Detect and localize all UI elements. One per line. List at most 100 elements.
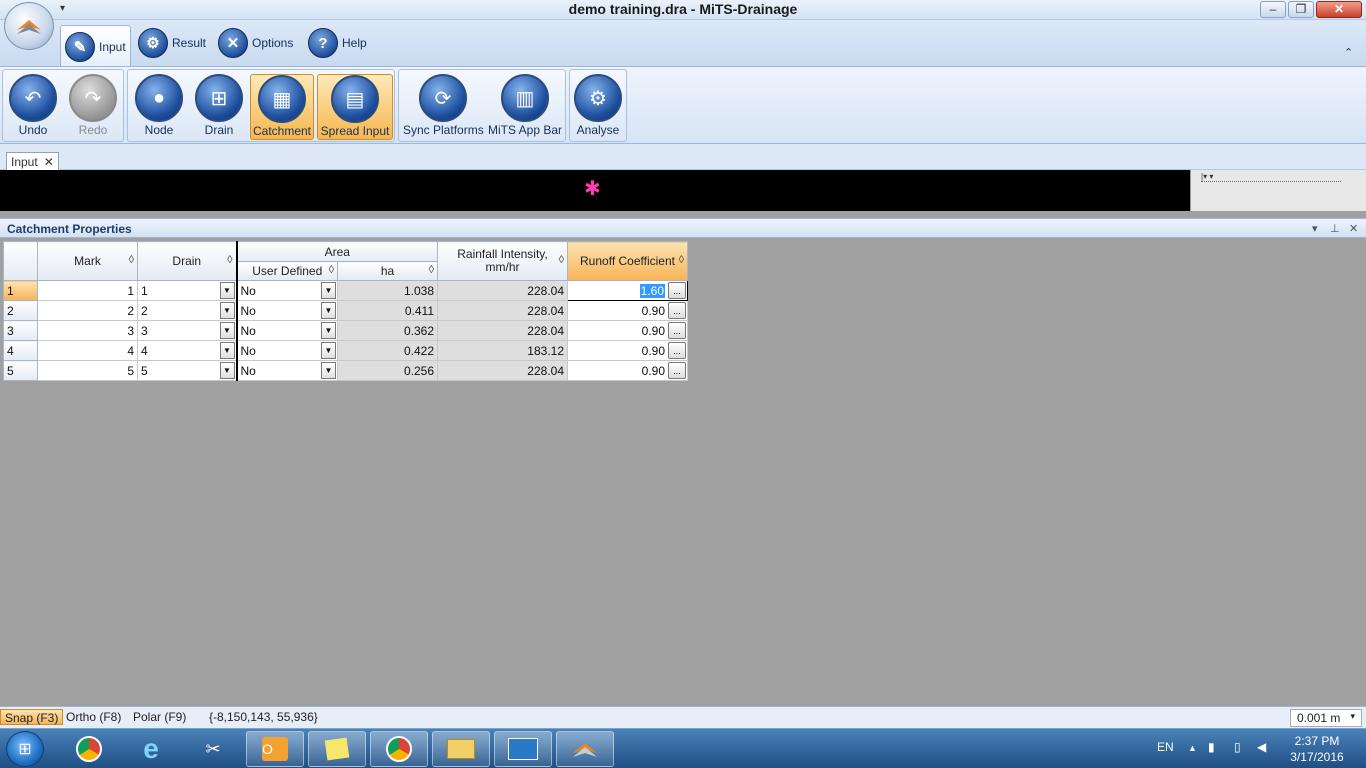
- mark-cell[interactable]: 3: [37, 320, 138, 341]
- ellipsis-button[interactable]: ...: [668, 342, 686, 359]
- tab-help[interactable]: ? Help: [304, 25, 371, 61]
- row-number[interactable]: 3: [3, 320, 38, 341]
- undo-button[interactable]: ↶ Undo: [5, 74, 61, 140]
- chevron-down-icon[interactable]: ▼: [219, 302, 235, 319]
- chevron-down-icon[interactable]: ▼: [321, 282, 336, 299]
- node-button[interactable]: ● Node: [131, 74, 187, 140]
- taskbar-mits[interactable]: [494, 731, 552, 767]
- system-clock[interactable]: 2:37 PM 3/17/2016: [1282, 733, 1352, 765]
- grid-corner[interactable]: [3, 241, 38, 281]
- ortho-toggle[interactable]: Ortho (F8): [66, 710, 121, 726]
- mark-cell[interactable]: 2: [37, 300, 138, 321]
- runoff-cell[interactable]: 0.90...: [567, 320, 688, 341]
- device-icon[interactable]: ▯: [1234, 740, 1241, 754]
- column-header-rainfall[interactable]: Rainfall Intensity, mm/hr ◊: [437, 241, 568, 281]
- ellipsis-button[interactable]: ...: [668, 302, 686, 319]
- user-defined-cell[interactable]: No ▼: [236, 300, 338, 321]
- polar-toggle[interactable]: Polar (F9): [133, 710, 186, 726]
- volume-icon[interactable]: ◀: [1257, 740, 1266, 754]
- drain-cell[interactable]: 4 ▼: [137, 340, 238, 361]
- analyse-button[interactable]: ⚙ Analyse: [570, 74, 626, 140]
- panel-menu-icon[interactable]: ▾: [1312, 222, 1318, 235]
- tray-expand-icon[interactable]: ▲: [1188, 743, 1197, 753]
- snap-toggle[interactable]: Snap (F3): [0, 709, 64, 725]
- units-dropdown[interactable]: 0.001 m ▾: [1290, 709, 1362, 727]
- ellipsis-button[interactable]: ...: [668, 282, 686, 299]
- taskbar-chrome-window[interactable]: [370, 731, 428, 767]
- mark-cell[interactable]: 4: [37, 340, 138, 361]
- chevron-down-icon[interactable]: ▼: [321, 302, 336, 319]
- row-number[interactable]: 5: [3, 360, 38, 381]
- redo-button[interactable]: ↷ Redo: [65, 74, 121, 140]
- drain-cell[interactable]: 2 ▼: [137, 300, 238, 321]
- row-number[interactable]: 2: [3, 300, 38, 321]
- ellipsis-button[interactable]: ...: [668, 322, 686, 339]
- side-dropdown[interactable]: |▾ ▾: [1201, 172, 1341, 182]
- table-row[interactable]: 3 3 3 ▼ No ▼ 0.362 228.04 0.90...: [3, 320, 688, 341]
- taskbar-snipping-tool[interactable]: ✂: [184, 731, 242, 767]
- ellipsis-button[interactable]: ...: [668, 362, 686, 379]
- runoff-cell[interactable]: 0.90...: [567, 300, 688, 321]
- chevron-down-icon[interactable]: ▼: [321, 342, 336, 359]
- runoff-cell[interactable]: 0.90...: [567, 360, 688, 381]
- language-indicator[interactable]: EN: [1157, 740, 1174, 754]
- chevron-down-icon[interactable]: ▼: [321, 362, 336, 379]
- user-defined-cell[interactable]: No ▼: [236, 340, 338, 361]
- drain-cell[interactable]: 1 ▼: [137, 280, 238, 301]
- close-tab-icon[interactable]: ✕: [44, 155, 54, 169]
- start-button[interactable]: ⊞: [6, 731, 44, 767]
- cursor-icon: ✱: [584, 178, 601, 200]
- application-menu-button[interactable]: [4, 2, 54, 50]
- user-defined-cell[interactable]: No ▼: [236, 360, 338, 381]
- table-row[interactable]: 5 5 5 ▼ No ▼ 0.256 228.04 0.90...: [3, 360, 688, 381]
- taskbar-internet-explorer[interactable]: e: [122, 731, 180, 767]
- user-defined-cell[interactable]: No ▼: [236, 320, 338, 341]
- chevron-down-icon[interactable]: ▼: [219, 282, 235, 299]
- taskbar-sticky-notes[interactable]: [308, 731, 366, 767]
- tab-input[interactable]: ✎ Input: [60, 25, 131, 67]
- panel-close-icon[interactable]: ✕: [1349, 222, 1358, 235]
- taskbar-file-explorer[interactable]: [432, 731, 490, 767]
- document-tab-input[interactable]: Input ✕: [6, 152, 59, 170]
- row-number[interactable]: 1: [3, 280, 38, 301]
- sync-platforms-button[interactable]: ⟳ Sync Platforms: [403, 74, 484, 140]
- minimize-button[interactable]: –: [1260, 1, 1286, 18]
- mark-cell[interactable]: 5: [37, 360, 138, 381]
- pin-icon[interactable]: ⊥: [1330, 222, 1340, 235]
- maximize-button[interactable]: ❐: [1288, 1, 1314, 18]
- table-row[interactable]: 4 4 4 ▼ No ▼ 0.422 183.12 0.90...: [3, 340, 688, 361]
- close-button[interactable]: ✕: [1316, 1, 1362, 18]
- tab-result[interactable]: ⚙ Result: [134, 25, 210, 61]
- spread-input-button[interactable]: ▤ Spread Input: [317, 74, 393, 140]
- chevron-down-icon[interactable]: ▼: [219, 322, 235, 339]
- drain-button[interactable]: ⊞ Drain: [191, 74, 247, 140]
- input-icon: ✎: [65, 31, 95, 62]
- drain-cell[interactable]: 3 ▼: [137, 320, 238, 341]
- column-header-runoff[interactable]: Runoff Coefficient ◊: [567, 241, 688, 281]
- taskbar-chrome[interactable]: [60, 731, 118, 767]
- row-number[interactable]: 4: [3, 340, 38, 361]
- drawing-canvas[interactable]: ✱: [0, 170, 1190, 211]
- area-ha-cell: 0.422: [337, 340, 438, 361]
- runoff-cell[interactable]: 1.60...: [567, 280, 688, 301]
- catchment-button[interactable]: ▦ Catchment: [250, 74, 314, 140]
- mits-app-bar-button[interactable]: ▥ MiTS App Bar: [487, 74, 563, 140]
- column-header-ha[interactable]: ha ◊: [337, 261, 438, 281]
- chevron-down-icon[interactable]: ▼: [219, 362, 235, 379]
- taskbar-mits-drainage[interactable]: [556, 731, 614, 767]
- collapse-ribbon-icon[interactable]: ⌃: [1344, 46, 1353, 59]
- drain-cell[interactable]: 5 ▼: [137, 360, 238, 381]
- column-header-user-defined[interactable]: User Defined ◊: [236, 261, 338, 281]
- chevron-down-icon[interactable]: ▼: [219, 342, 235, 359]
- runoff-cell[interactable]: 0.90...: [567, 340, 688, 361]
- table-row[interactable]: 2 2 2 ▼ No ▼ 0.411 228.04 0.90...: [3, 300, 688, 321]
- mark-cell[interactable]: 1: [37, 280, 138, 301]
- network-icon[interactable]: ▮: [1208, 740, 1215, 754]
- column-header-drain[interactable]: Drain ◊: [137, 241, 238, 281]
- taskbar-outlook[interactable]: O: [246, 731, 304, 767]
- table-row[interactable]: 1 1 1 ▼ No ▼ 1.038 228.04 1.60...: [3, 280, 688, 301]
- tab-options[interactable]: ✕ Options: [214, 25, 297, 61]
- user-defined-cell[interactable]: No ▼: [236, 280, 338, 301]
- chevron-down-icon[interactable]: ▼: [321, 322, 336, 339]
- column-header-mark[interactable]: Mark ◊: [37, 241, 138, 281]
